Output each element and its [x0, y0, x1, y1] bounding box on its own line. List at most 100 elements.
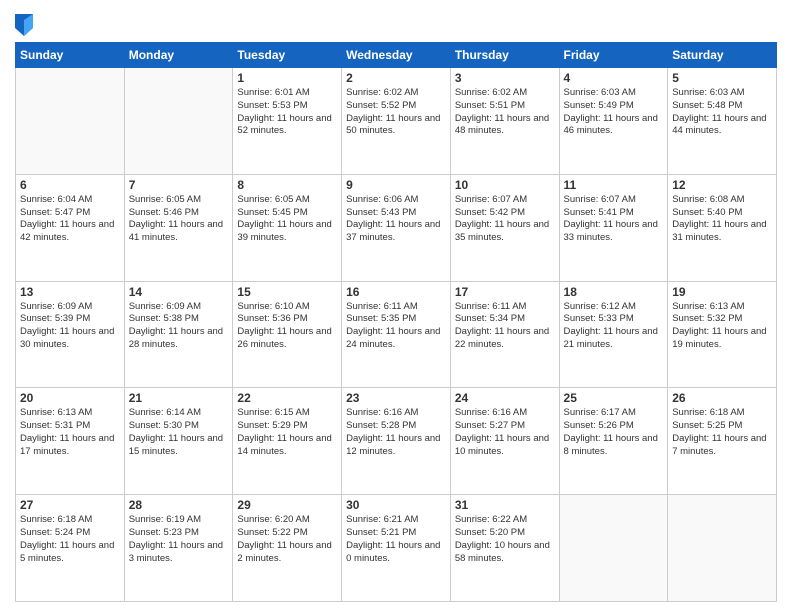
calendar-cell: 12 Sunrise: 6:08 AMSunset: 5:40 PMDayligh… [668, 174, 777, 281]
cell-text: Sunrise: 6:11 AMSunset: 5:35 PMDaylight:… [346, 301, 446, 352]
calendar-cell: 5Sunrise: 6:03 AMSunset: 5:48 PMDaylight… [668, 68, 777, 175]
calendar-cell: 16 Sunrise: 6:11 AMSunset: 5:35 PMDayligh… [342, 281, 451, 388]
day-number: 21 [129, 391, 229, 405]
calendar-cell: 14 Sunrise: 6:09 AMSunset: 5:38 PMDayligh… [124, 281, 233, 388]
cell-text: Sunrise: 6:16 AMSunset: 5:27 PMDaylight:… [455, 407, 555, 458]
cell-text: Sunrise: 6:07 AMSunset: 5:41 PMDaylight:… [564, 194, 664, 245]
col-header-friday: Friday [559, 43, 668, 68]
calendar-cell: 3 Sunrise: 6:02 AMSunset: 5:51 PMDaylight… [450, 68, 559, 175]
day-number: 19 [672, 285, 772, 299]
day-number: 28 [129, 498, 229, 512]
day-number: 15 [237, 285, 337, 299]
cell-text: Sunrise: 6:09 AMSunset: 5:39 PMDaylight:… [20, 301, 120, 352]
col-header-thursday: Thursday [450, 43, 559, 68]
cell-text: Sunrise: 6:03 AMSunset: 5:48 PMDaylight:… [672, 87, 772, 138]
cell-text: Sunrise: 6:05 AMSunset: 5:46 PMDaylight:… [129, 194, 229, 245]
calendar-week-3: 20Sunrise: 6:13 AMSunset: 5:31 PMDayligh… [16, 388, 777, 495]
day-number: 26 [672, 391, 772, 405]
calendar-cell: 25 Sunrise: 6:17 AMSunset: 5:26 PMDayligh… [559, 388, 668, 495]
cell-text: Sunrise: 6:05 AMSunset: 5:45 PMDaylight:… [237, 194, 337, 245]
calendar-week-4: 27Sunrise: 6:18 AMSunset: 5:24 PMDayligh… [16, 495, 777, 602]
day-number: 3 [455, 71, 555, 85]
cell-text: Sunrise: 6:15 AMSunset: 5:29 PMDaylight:… [237, 407, 337, 458]
calendar-cell: 10 Sunrise: 6:07 AMSunset: 5:42 PMDayligh… [450, 174, 559, 281]
cell-text: Sunrise: 6:17 AMSunset: 5:26 PMDaylight:… [564, 407, 664, 458]
day-number: 10 [455, 178, 555, 192]
day-number: 20 [20, 391, 120, 405]
cell-text: Sunrise: 6:16 AMSunset: 5:28 PMDaylight:… [346, 407, 446, 458]
cell-text: Sunrise: 6:13 AMSunset: 5:32 PMDaylight:… [672, 301, 772, 352]
cell-text: Sunrise: 6:08 AMSunset: 5:40 PMDaylight:… [672, 194, 772, 245]
day-number: 22 [237, 391, 337, 405]
cell-text: Sunrise: 6:12 AMSunset: 5:33 PMDaylight:… [564, 301, 664, 352]
calendar-cell: 26 Sunrise: 6:18 AMSunset: 5:25 PMDayligh… [668, 388, 777, 495]
calendar-cell: 29 Sunrise: 6:20 AMSunset: 5:22 PMDayligh… [233, 495, 342, 602]
cell-text: Sunrise: 6:01 AMSunset: 5:53 PMDaylight:… [237, 87, 337, 138]
calendar-cell: 9 Sunrise: 6:06 AMSunset: 5:43 PMDaylight… [342, 174, 451, 281]
day-number: 11 [564, 178, 664, 192]
cell-text: Sunrise: 6:18 AMSunset: 5:25 PMDaylight:… [672, 407, 772, 458]
calendar-cell: 21Sunrise: 6:14 AMSunset: 5:30 PMDayligh… [124, 388, 233, 495]
day-number: 30 [346, 498, 446, 512]
day-number: 13 [20, 285, 120, 299]
calendar-cell: 2 Sunrise: 6:02 AMSunset: 5:52 PMDaylight… [342, 68, 451, 175]
cell-text: Sunrise: 6:02 AMSunset: 5:52 PMDaylight:… [346, 87, 446, 138]
calendar-cell: 11 Sunrise: 6:07 AMSunset: 5:41 PMDayligh… [559, 174, 668, 281]
cell-text: Sunrise: 6:09 AMSunset: 5:38 PMDaylight:… [129, 301, 229, 352]
day-number: 1 [237, 71, 337, 85]
day-number: 6 [20, 178, 120, 192]
day-number: 9 [346, 178, 446, 192]
cell-text: Sunrise: 6:20 AMSunset: 5:22 PMDaylight:… [237, 514, 337, 565]
calendar-cell: 4 Sunrise: 6:03 AMSunset: 5:49 PMDaylight… [559, 68, 668, 175]
calendar-cell: 8 Sunrise: 6:05 AMSunset: 5:45 PMDaylight… [233, 174, 342, 281]
col-header-saturday: Saturday [668, 43, 777, 68]
page: SundayMondayTuesdayWednesdayThursdayFrid… [0, 0, 792, 612]
cell-text: Sunrise: 6:22 AMSunset: 5:20 PMDaylight:… [455, 514, 555, 565]
day-number: 12 [672, 178, 772, 192]
day-number: 23 [346, 391, 446, 405]
day-number: 27 [20, 498, 120, 512]
cell-text: Sunrise: 6:19 AMSunset: 5:23 PMDaylight:… [129, 514, 229, 565]
day-number: 29 [237, 498, 337, 512]
day-number: 16 [346, 285, 446, 299]
calendar-cell [16, 68, 125, 175]
day-number: 18 [564, 285, 664, 299]
calendar-cell: 6 Sunrise: 6:04 AMSunset: 5:47 PMDaylight… [16, 174, 125, 281]
col-header-tuesday: Tuesday [233, 43, 342, 68]
logo-icon [15, 14, 33, 36]
cell-text: Sunrise: 6:06 AMSunset: 5:43 PMDaylight:… [346, 194, 446, 245]
calendar-cell: 17 Sunrise: 6:11 AMSunset: 5:34 PMDayligh… [450, 281, 559, 388]
cell-text: Sunrise: 6:02 AMSunset: 5:51 PMDaylight:… [455, 87, 555, 138]
calendar-cell: 18 Sunrise: 6:12 AMSunset: 5:33 PMDayligh… [559, 281, 668, 388]
calendar-week-1: 6 Sunrise: 6:04 AMSunset: 5:47 PMDaylight… [16, 174, 777, 281]
calendar-cell: 31 Sunrise: 6:22 AMSunset: 5:20 PMDayligh… [450, 495, 559, 602]
day-number: 24 [455, 391, 555, 405]
day-number: 4 [564, 71, 664, 85]
calendar-cell: 23 Sunrise: 6:16 AMSunset: 5:28 PMDayligh… [342, 388, 451, 495]
calendar-cell [668, 495, 777, 602]
calendar-cell [124, 68, 233, 175]
day-number: 8 [237, 178, 337, 192]
day-number: 14 [129, 285, 229, 299]
calendar-cell: 24 Sunrise: 6:16 AMSunset: 5:27 PMDayligh… [450, 388, 559, 495]
calendar-cell: 1 Sunrise: 6:01 AMSunset: 5:53 PMDaylight… [233, 68, 342, 175]
day-number: 25 [564, 391, 664, 405]
header [15, 10, 777, 36]
calendar-cell: 28 Sunrise: 6:19 AMSunset: 5:23 PMDayligh… [124, 495, 233, 602]
calendar-cell: 27Sunrise: 6:18 AMSunset: 5:24 PMDayligh… [16, 495, 125, 602]
day-number: 17 [455, 285, 555, 299]
cell-text: Sunrise: 6:03 AMSunset: 5:49 PMDaylight:… [564, 87, 664, 138]
col-header-monday: Monday [124, 43, 233, 68]
day-number: 2 [346, 71, 446, 85]
calendar-cell: 15Sunrise: 6:10 AMSunset: 5:36 PMDayligh… [233, 281, 342, 388]
day-number: 31 [455, 498, 555, 512]
col-header-sunday: Sunday [16, 43, 125, 68]
calendar-cell [559, 495, 668, 602]
cell-text: Sunrise: 6:04 AMSunset: 5:47 PMDaylight:… [20, 194, 120, 245]
calendar-cell: 20Sunrise: 6:13 AMSunset: 5:31 PMDayligh… [16, 388, 125, 495]
cell-text: Sunrise: 6:07 AMSunset: 5:42 PMDaylight:… [455, 194, 555, 245]
calendar-header-row: SundayMondayTuesdayWednesdayThursdayFrid… [16, 43, 777, 68]
calendar-cell: 7Sunrise: 6:05 AMSunset: 5:46 PMDaylight… [124, 174, 233, 281]
cell-text: Sunrise: 6:11 AMSunset: 5:34 PMDaylight:… [455, 301, 555, 352]
calendar-cell: 19 Sunrise: 6:13 AMSunset: 5:32 PMDayligh… [668, 281, 777, 388]
